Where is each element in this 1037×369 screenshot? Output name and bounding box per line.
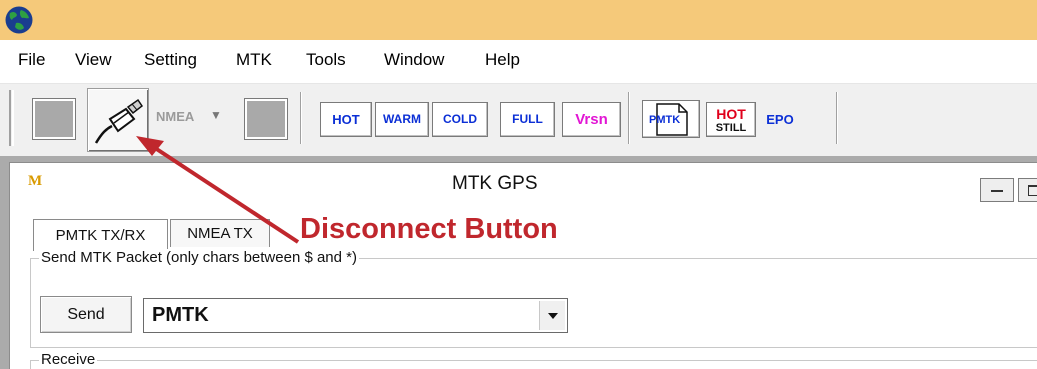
menu-mtk[interactable]: MTK bbox=[236, 50, 272, 70]
tab-pmtk-txrx[interactable]: PMTK TX/RX bbox=[33, 219, 168, 251]
annotation-callout: Disconnect Button bbox=[300, 213, 558, 245]
gray-toolbar-button[interactable] bbox=[244, 98, 288, 140]
pmtk-button[interactable]: PMTK bbox=[642, 100, 700, 138]
hot-start-button[interactable]: HOT bbox=[320, 102, 372, 137]
app-titlebar bbox=[0, 0, 1037, 40]
send-button[interactable]: Send bbox=[40, 296, 132, 333]
packet-input[interactable]: PMTK bbox=[143, 298, 568, 333]
maximize-icon bbox=[1028, 185, 1037, 196]
minimize-button[interactable] bbox=[980, 178, 1014, 202]
receive-group: Receive bbox=[30, 351, 1037, 369]
connect-button[interactable] bbox=[32, 98, 76, 140]
toolbar-separator bbox=[836, 92, 838, 144]
menu-bar: File View Setting MTK Tools Window Help bbox=[0, 40, 1037, 84]
pmtk-button-label: PMTK bbox=[649, 114, 681, 126]
mtk-logo-icon: M bbox=[28, 173, 43, 189]
chevron-down-icon[interactable] bbox=[539, 301, 565, 330]
toolbar-separator bbox=[628, 92, 630, 144]
receive-group-label: Receive bbox=[39, 351, 98, 368]
menu-help[interactable]: Help bbox=[485, 50, 520, 70]
chevron-down-icon: ▼ bbox=[210, 108, 222, 122]
menu-file[interactable]: File bbox=[18, 50, 45, 70]
menu-setting[interactable]: Setting bbox=[144, 50, 197, 70]
menu-view[interactable]: View bbox=[75, 50, 112, 70]
send-group-label: Send MTK Packet (only chars between $ an… bbox=[39, 249, 359, 266]
menu-tools[interactable]: Tools bbox=[306, 50, 346, 70]
child-titlebar: M MTK GPS bbox=[10, 163, 1037, 207]
packet-input-value: PMTK bbox=[152, 304, 209, 326]
menu-window[interactable]: Window bbox=[384, 50, 444, 70]
toolbar-separator bbox=[300, 92, 302, 144]
hot-still-bottom-label: STILL bbox=[715, 122, 747, 134]
maximize-button[interactable] bbox=[1018, 178, 1037, 202]
tab-nmea-tx[interactable]: NMEA TX bbox=[170, 219, 270, 247]
disconnect-button[interactable] bbox=[87, 88, 149, 152]
hot-still-button[interactable]: HOT STILL bbox=[706, 102, 756, 137]
full-start-button[interactable]: FULL bbox=[500, 102, 555, 137]
cold-start-button[interactable]: COLD bbox=[432, 102, 488, 137]
warm-start-button[interactable]: WARM bbox=[375, 102, 429, 137]
child-window-title: MTK GPS bbox=[452, 173, 538, 194]
epo-button[interactable]: EPO bbox=[760, 102, 800, 137]
minimize-icon bbox=[991, 190, 1003, 192]
nmea-select-label: NMEA bbox=[156, 109, 195, 124]
nmea-select[interactable]: NMEA ▼ bbox=[152, 102, 234, 134]
plug-icon bbox=[94, 98, 144, 144]
toolbar: NMEA ▼ HOT WARM COLD FULL Vrsn PMTK HOT … bbox=[0, 84, 1037, 156]
hot-still-top-label: HOT bbox=[716, 106, 746, 122]
version-button[interactable]: Vrsn bbox=[562, 102, 621, 137]
toolbar-grip[interactable] bbox=[9, 90, 14, 146]
globe-icon bbox=[5, 6, 33, 34]
